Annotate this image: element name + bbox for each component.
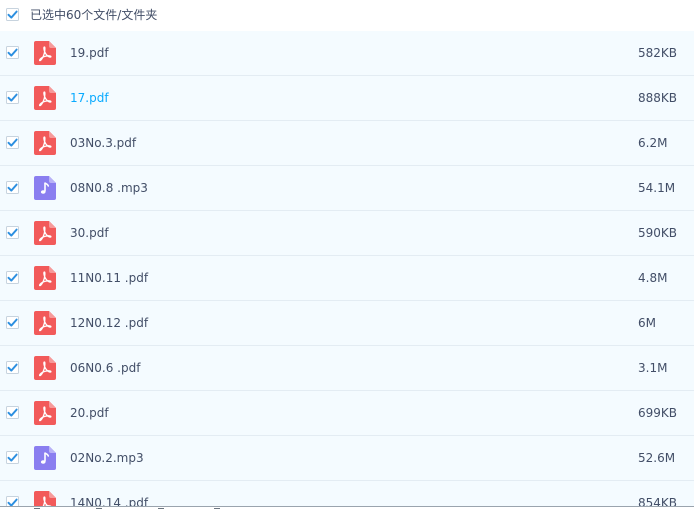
file-row[interactable]: 19.pdf 582KB <box>0 31 694 76</box>
checkbox-checked-icon <box>6 136 19 149</box>
file-size: 590KB <box>638 226 678 240</box>
checkbox-checked-icon <box>6 91 19 104</box>
file-name[interactable]: 06N0.6 .pdf <box>70 360 140 376</box>
file-row[interactable]: 30.pdf 590KB <box>0 211 694 256</box>
file-size: 582KB <box>638 46 678 60</box>
file-size: 888KB <box>638 91 678 105</box>
checkbox-checked-icon <box>6 361 19 374</box>
file-row[interactable]: 12N0.12 .pdf 6M <box>0 301 694 346</box>
file-list: 19.pdf 582KB 17.pdf 888KB 03No.3.pdf 6.2M 08N0… <box>0 31 694 511</box>
file-row[interactable]: 06N0.6 .pdf 3.1M <box>0 346 694 391</box>
checkbox-checked-icon <box>6 451 19 464</box>
file-row[interactable]: 02No.2.mp3 52.6M <box>0 436 694 481</box>
file-size: 4.8M <box>638 271 668 285</box>
selection-count-label: 已选中60个文件/文件夹 <box>30 8 158 22</box>
file-row[interactable]: 11N0.11 .pdf 4.8M <box>0 256 694 301</box>
file-list-window: 已选中60个文件/文件夹 19.pdf 582KB 17.pdf 888KB 03No.… <box>0 0 694 511</box>
row-checkbox[interactable] <box>6 271 19 284</box>
row-checkbox[interactable] <box>6 91 19 104</box>
checkbox-checked-icon <box>6 406 19 419</box>
row-checkbox[interactable] <box>6 316 19 329</box>
checkbox-checked-icon <box>6 8 19 21</box>
file-name[interactable]: 20.pdf <box>70 405 109 421</box>
select-all-checkbox[interactable] <box>6 8 19 21</box>
file-name[interactable]: 12N0.12 .pdf <box>70 315 148 331</box>
checkbox-checked-icon <box>6 226 19 239</box>
file-name[interactable]: 19.pdf <box>70 45 109 61</box>
row-checkbox[interactable] <box>6 136 19 149</box>
horizontal-scrollbar[interactable] <box>0 506 694 511</box>
row-checkbox[interactable] <box>6 406 19 419</box>
file-name[interactable]: 17.pdf <box>70 90 109 106</box>
audio-file-icon <box>34 176 56 204</box>
pdf-file-icon <box>34 221 56 249</box>
file-row[interactable]: 08N0.8 .mp3 54.1M <box>0 166 694 211</box>
file-size: 699KB <box>638 406 678 420</box>
file-name[interactable]: 11N0.11 .pdf <box>70 270 148 286</box>
pdf-file-icon <box>34 86 56 114</box>
pdf-file-icon <box>34 131 56 159</box>
file-name[interactable]: 08N0.8 .mp3 <box>70 180 148 196</box>
row-checkbox[interactable] <box>6 46 19 59</box>
row-checkbox[interactable] <box>6 451 19 464</box>
file-row[interactable]: 17.pdf 888KB <box>0 76 694 121</box>
row-checkbox[interactable] <box>6 226 19 239</box>
file-size: 6M <box>638 316 656 330</box>
pdf-file-icon <box>34 401 56 429</box>
file-row[interactable]: 03No.3.pdf 6.2M <box>0 121 694 166</box>
file-size: 52.6M <box>638 451 676 465</box>
file-size: 3.1M <box>638 361 668 375</box>
audio-file-icon <box>34 446 56 474</box>
row-checkbox[interactable] <box>6 181 19 194</box>
file-size: 6.2M <box>638 136 668 150</box>
checkbox-checked-icon <box>6 316 19 329</box>
pdf-file-icon <box>34 356 56 384</box>
pdf-file-icon <box>34 41 56 69</box>
file-name[interactable]: 03No.3.pdf <box>70 135 136 151</box>
checkbox-checked-icon <box>6 181 19 194</box>
pdf-file-icon <box>34 266 56 294</box>
file-name[interactable]: 02No.2.mp3 <box>70 450 144 466</box>
pdf-file-icon <box>34 311 56 339</box>
row-checkbox[interactable] <box>6 361 19 374</box>
checkbox-checked-icon <box>6 46 19 59</box>
selection-header: 已选中60个文件/文件夹 <box>0 0 694 32</box>
file-row[interactable]: 20.pdf 699KB <box>0 391 694 436</box>
checkbox-checked-icon <box>6 271 19 284</box>
file-name[interactable]: 30.pdf <box>70 225 109 241</box>
file-size: 54.1M <box>638 181 676 195</box>
